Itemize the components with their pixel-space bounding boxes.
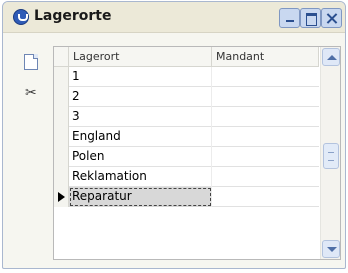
cell-lagerort[interactable]: Reparatur bbox=[69, 187, 212, 207]
app-icon bbox=[13, 9, 29, 25]
column-header-mandant[interactable]: Mandant bbox=[212, 47, 319, 67]
cell-mandant[interactable] bbox=[212, 127, 319, 147]
cell-mandant[interactable] bbox=[212, 107, 319, 127]
scroll-thumb[interactable] bbox=[323, 143, 339, 169]
cell-mandant[interactable] bbox=[212, 187, 319, 207]
row-selector[interactable] bbox=[54, 127, 69, 147]
new-document-icon[interactable] bbox=[24, 54, 38, 70]
current-row-indicator[interactable] bbox=[54, 187, 69, 207]
table-row[interactable]: 3 bbox=[54, 107, 319, 127]
maximize-button[interactable] bbox=[300, 8, 321, 28]
table-row[interactable]: Polen bbox=[54, 147, 319, 167]
row-selector[interactable] bbox=[54, 167, 69, 187]
table-row[interactable]: 1 bbox=[54, 67, 319, 87]
row-selector[interactable] bbox=[54, 67, 69, 87]
grid-corner bbox=[54, 47, 69, 67]
cell-lagerort[interactable]: England bbox=[69, 127, 212, 147]
cell-lagerort[interactable]: 3 bbox=[69, 107, 212, 127]
title-bar[interactable]: Lagerorte bbox=[3, 2, 345, 33]
scroll-down-button[interactable] bbox=[322, 240, 340, 258]
table-row-current[interactable]: Reparatur bbox=[54, 187, 319, 207]
close-button[interactable] bbox=[321, 8, 342, 28]
vertical-scrollbar[interactable] bbox=[320, 47, 340, 259]
table-row[interactable]: England bbox=[54, 127, 319, 147]
scroll-up-button[interactable] bbox=[322, 48, 340, 66]
data-grid: Lagerort Mandant 1 2 3 England Polen Rek… bbox=[53, 46, 341, 260]
grid-header: Lagerort Mandant bbox=[54, 47, 319, 67]
cell-mandant[interactable] bbox=[212, 87, 319, 107]
lagerorte-window: Lagerorte ✂ Lagerort Mandant 1 2 3 Engla… bbox=[2, 1, 346, 269]
cell-lagerort[interactable]: 1 bbox=[69, 67, 212, 87]
cell-lagerort[interactable]: Polen bbox=[69, 147, 212, 167]
cell-mandant[interactable] bbox=[212, 167, 319, 187]
row-selector[interactable] bbox=[54, 87, 69, 107]
cell-lagerort[interactable]: 2 bbox=[69, 87, 212, 107]
window-title: Lagerorte bbox=[34, 8, 112, 24]
row-selector[interactable] bbox=[54, 147, 69, 167]
minimize-button[interactable] bbox=[279, 8, 300, 28]
cell-mandant[interactable] bbox=[212, 67, 319, 87]
table-row[interactable]: 2 bbox=[54, 87, 319, 107]
column-header-lagerort[interactable]: Lagerort bbox=[69, 47, 212, 67]
toolbar: ✂ bbox=[3, 34, 50, 264]
table-row[interactable]: Reklamation bbox=[54, 167, 319, 187]
scissors-icon[interactable]: ✂ bbox=[25, 86, 37, 100]
cell-mandant[interactable] bbox=[212, 147, 319, 167]
grid-rows: 1 2 3 England Polen Reklamation Reparatu… bbox=[54, 67, 319, 207]
cell-lagerort[interactable]: Reklamation bbox=[69, 167, 212, 187]
row-selector[interactable] bbox=[54, 107, 69, 127]
